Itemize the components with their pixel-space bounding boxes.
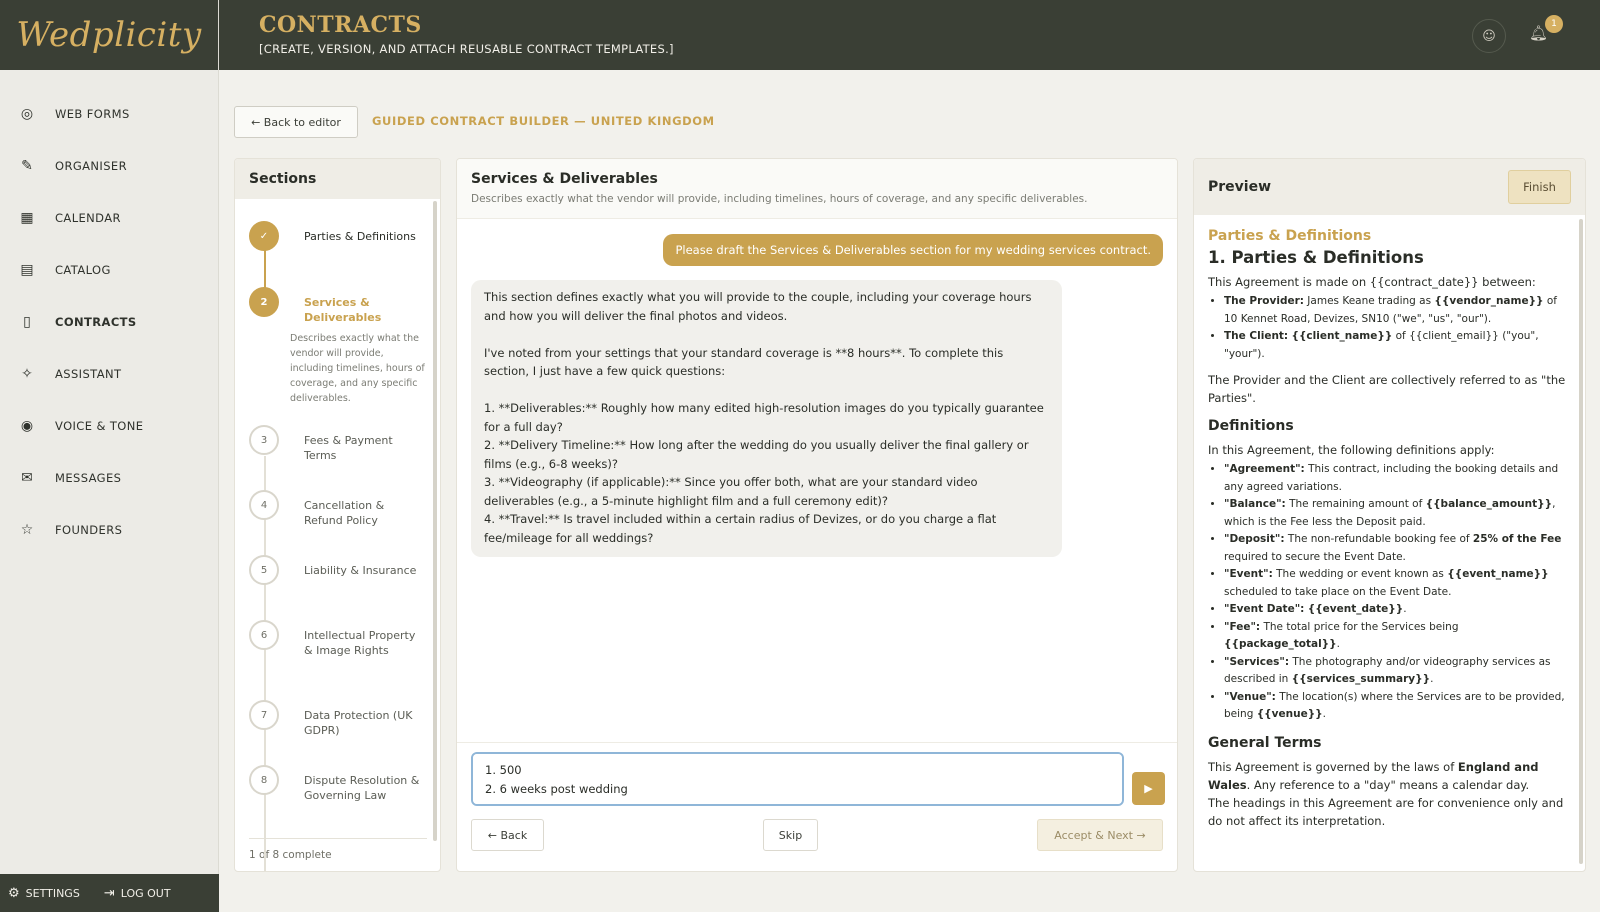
back-button[interactable]: ← Back — [471, 819, 544, 851]
parties-list: The Provider: James Keane trading as {{v… — [1224, 293, 1571, 363]
list-item: "Event": The wedding or event known as {… — [1224, 566, 1571, 601]
book-icon: ▤ — [20, 262, 34, 278]
preview-collective: The Provider and the Client are collecti… — [1208, 373, 1566, 405]
step-fees-payment[interactable]: 3 Fees & Payment Terms — [249, 425, 424, 463]
step-services-deliverables[interactable]: 2 Services & Deliverables Describes exac… — [249, 287, 425, 406]
list-item: "Agreement": This contract, including th… — [1224, 461, 1571, 496]
page-header: CONTRACTS [CREATE, VERSION, AND ATTACH R… — [219, 0, 1600, 70]
step-liability-insurance[interactable]: 5 Liability & Insurance — [249, 555, 424, 585]
sidebar: Wedplicity ◎ WEB FORMS ✎ ORGANISER ▦ CALEND… — [0, 0, 219, 912]
sidebar-item-calendar[interactable]: ▦ CALENDAR — [0, 192, 218, 244]
user-message: Please draft the Services & Deliverables… — [663, 234, 1163, 266]
page-subtitle: [CREATE, VERSION, AND ATTACH REUSABLE CO… — [259, 42, 674, 56]
brand-logo[interactable]: Wedplicity — [0, 0, 218, 70]
gear-icon: ⚙ — [8, 885, 20, 901]
chat-panel: Services & Deliverables Describes exactl… — [456, 158, 1178, 872]
calendar-icon: ▦ — [20, 210, 34, 226]
sections-title: Sections — [235, 159, 440, 199]
chat-icon: ☺ — [1482, 28, 1496, 44]
sidebar-item-web-forms[interactable]: ◎ WEB FORMS — [0, 88, 218, 140]
preview-section-title: Parties & Definitions — [1208, 228, 1372, 244]
mail-icon: ✉ — [21, 470, 33, 486]
list-item: "Venue": The location(s) where the Servi… — [1224, 689, 1571, 724]
sparkle-icon: ✧ — [21, 366, 33, 382]
general-terms-heading: General Terms — [1208, 734, 1322, 751]
builder-title: GUIDED CONTRACT BUILDER — UNITED KINGDOM — [372, 114, 715, 128]
document-icon: ▯ — [23, 314, 31, 330]
sidebar-item-assistant[interactable]: ✧ ASSISTANT — [0, 348, 218, 400]
settings-button[interactable]: ⚙ SETTINGS — [8, 886, 80, 901]
sidebar-item-organiser[interactable]: ✎ ORGANISER — [0, 140, 218, 192]
notification-badge: 1 — [1545, 15, 1563, 33]
sidebar-item-catalog[interactable]: ▤ CATALOG — [0, 244, 218, 296]
logo-text: Wedplicity — [16, 15, 202, 55]
list-item: The Provider: James Keane trading as {{v… — [1224, 293, 1571, 328]
definitions-intro: In this Agreement, the following definit… — [1208, 443, 1495, 457]
list-item: The Client: {{client_name}} of {{client_… — [1224, 328, 1571, 363]
step-data-protection[interactable]: 7 Data Protection (UK GDPR) — [249, 700, 424, 738]
step-description: Describes exactly what the vendor will p… — [290, 333, 425, 404]
sidebar-item-founders[interactable]: ☆ FOUNDERS — [0, 504, 218, 556]
general-terms-p2: The headings in this Agreement are for c… — [1208, 795, 1564, 828]
sidebar-item-voice-tone[interactable]: ◉ VOICE & TONE — [0, 400, 218, 452]
preview-header: Preview Finish — [1194, 159, 1585, 215]
definitions-list: "Agreement": This contract, including th… — [1224, 461, 1571, 724]
star-icon: ☆ — [20, 522, 34, 538]
step-parties-definitions[interactable]: ✓ Parties & Definitions — [249, 221, 424, 251]
list-item: "Fee": The total price for the Services … — [1224, 619, 1571, 654]
sidebar-footer: ⚙ SETTINGS ⇥ LOG OUT — [0, 874, 219, 912]
list-item: "Services": The photography and/or video… — [1224, 654, 1571, 689]
reply-input[interactable]: 1. 500 2. 6 weeks post wedding — [471, 752, 1124, 806]
chat-title: Services & Deliverables — [471, 171, 658, 187]
pencil-icon: ✎ — [21, 158, 33, 174]
sections-panel: Sections ✓ Parties & Definitions 2 Servi… — [234, 158, 441, 872]
list-item: "Event Date": {{event_date}}. — [1224, 601, 1571, 619]
step-check-icon: ✓ — [249, 221, 279, 251]
voice-icon: ◉ — [20, 418, 34, 434]
step-intellectual-property[interactable]: 6 Intellectual Property & Image Rights — [249, 620, 424, 658]
general-terms-p1: This Agreement is governed by the laws o… — [1208, 759, 1539, 792]
chat-description: Describes exactly what the vendor will p… — [471, 193, 1088, 205]
assistant-message: This section defines exactly what you wi… — [471, 280, 1062, 557]
globe-icon: ◎ — [20, 106, 34, 122]
step-dispute-resolution[interactable]: 8 Dispute Resolution & Governing Law — [249, 765, 424, 803]
step-cancellation-refund[interactable]: 4 Cancellation & Refund Policy — [249, 490, 424, 528]
input-divider — [457, 742, 1177, 743]
chat-button[interactable]: ☺ — [1472, 19, 1506, 53]
page-title: CONTRACTS — [259, 12, 422, 38]
accept-next-button[interactable]: Accept & Next → — [1037, 819, 1163, 851]
sidebar-item-messages[interactable]: ✉ MESSAGES — [0, 452, 218, 504]
preview-body: Parties & Definitions 1. Parties & Defin… — [1194, 215, 1585, 830]
back-to-editor-button[interactable]: ← Back to editor — [234, 106, 358, 138]
logout-button[interactable]: ⇥ LOG OUT — [104, 886, 171, 901]
send-icon: ▶ — [1144, 782, 1153, 795]
list-item: "Balance": The remaining amount of {{bal… — [1224, 496, 1571, 531]
logout-icon: ⇥ — [103, 885, 115, 901]
preview-scrollbar[interactable] — [1579, 219, 1583, 864]
sections-progress: 1 of 8 complete — [249, 838, 427, 861]
skip-button[interactable]: Skip — [763, 819, 818, 851]
preview-panel: Preview Finish Parties & Definitions 1. … — [1193, 158, 1586, 872]
sections-scrollbar[interactable] — [433, 201, 437, 841]
preview-heading: 1. Parties & Definitions — [1208, 248, 1424, 267]
send-button[interactable]: ▶ — [1132, 772, 1165, 805]
sidebar-item-contracts[interactable]: ▯ CONTRACTS — [0, 296, 218, 348]
chat-header: Services & Deliverables Describes exactl… — [457, 159, 1177, 219]
definitions-heading: Definitions — [1208, 418, 1294, 434]
preview-intro: This Agreement is made on {{contract_dat… — [1208, 275, 1536, 289]
list-item: "Deposit": The non-refundable booking fe… — [1224, 531, 1571, 566]
preview-title: Preview — [1208, 179, 1272, 195]
finish-button[interactable]: Finish — [1508, 170, 1571, 204]
nav-list: ◎ WEB FORMS ✎ ORGANISER ▦ CALENDAR ▤ CATALOG… — [0, 70, 218, 556]
